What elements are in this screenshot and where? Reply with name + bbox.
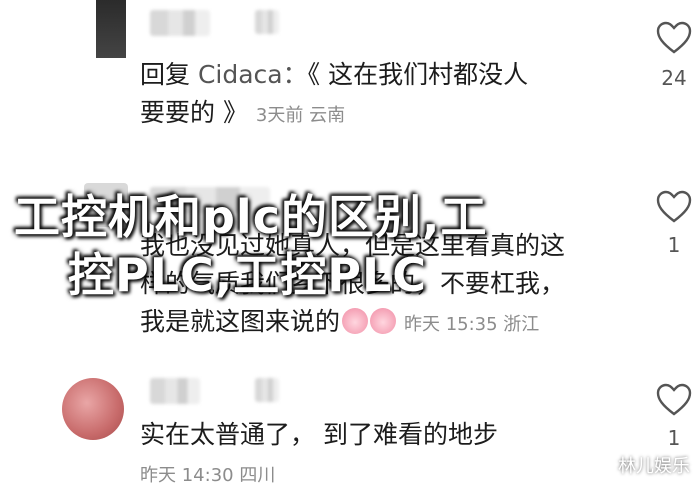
avatar[interactable] [62, 378, 124, 440]
comment-text: 我也没见过她真人，但是这里看真的这 样的气质我们乡下很多的，不要杠我， 我是就这… [140, 227, 610, 344]
heart-outline-icon[interactable] [654, 187, 694, 227]
comment-text-line: 我是就这图来说的 [140, 307, 341, 336]
comment-1: 回复 Cidaca：《 这在我们村都没人 要要的 》 3天前 云南 24 [0, 0, 700, 150]
comment-text-line: 样的气质我们乡下很多的，不要杠我， [140, 269, 566, 298]
like-count: 1 [667, 233, 681, 257]
comment-text-line: 《 这在我们村都没人 [307, 60, 529, 89]
like-count: 1 [667, 426, 681, 450]
comment-text: 回复 Cidaca：《 这在我们村都没人 要要的 》 3天前 云南 [140, 56, 610, 135]
comment-text: 实在太普通了， 到了难看的地步 昨天 14:30 四川 [140, 416, 610, 495]
comment-meta: 昨天 14:30 四川 [140, 465, 276, 486]
comment-text-line: 我也没见过她真人，但是这里看真的这 [140, 231, 566, 260]
reply-label: 回复 [140, 60, 191, 89]
reply-to-name[interactable]: Cidaca： [198, 60, 308, 89]
username-blurred[interactable] [255, 10, 279, 34]
comment-text-line: 实在太普通了， 到了难看的地步 [140, 420, 498, 449]
username-blurred[interactable] [150, 378, 200, 404]
avatar[interactable] [84, 183, 128, 227]
like-count: 24 [661, 66, 687, 90]
username-blurred[interactable] [150, 10, 210, 36]
username-blurred[interactable] [255, 378, 279, 402]
comment-2: 我也没见过她真人，但是这里看真的这 样的气质我们乡下很多的，不要杠我， 我是就这… [0, 175, 700, 350]
username-blurred[interactable] [150, 187, 270, 213]
pig-face-emoji-icon [342, 308, 369, 334]
heart-outline-icon[interactable] [654, 18, 694, 58]
comment-meta: 3天前 云南 [255, 105, 346, 126]
heart-outline-icon[interactable] [654, 380, 694, 420]
watermark: 林儿娱乐 [618, 456, 690, 477]
avatar[interactable] [96, 0, 126, 58]
comment-3: 实在太普通了， 到了难看的地步 昨天 14:30 四川 1 [0, 368, 700, 486]
comment-meta: 昨天 15:35 浙江 [403, 314, 540, 335]
comment-text-line: 要要的 》 [140, 98, 248, 127]
pig-face-emoji-icon [370, 308, 397, 334]
